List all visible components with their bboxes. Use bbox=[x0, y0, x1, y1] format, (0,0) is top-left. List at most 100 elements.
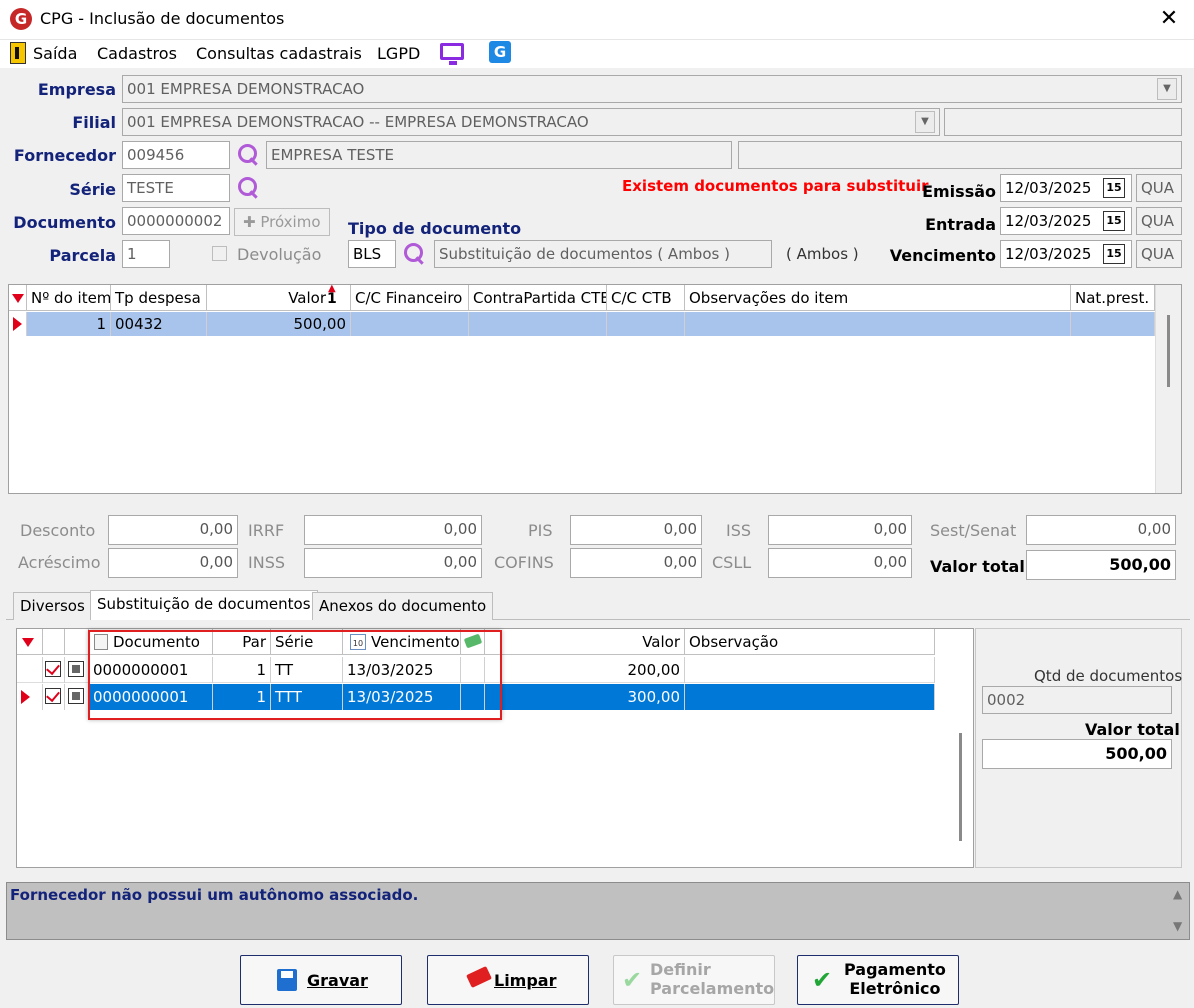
cofins-field[interactable]: 0,00 bbox=[570, 548, 702, 578]
gravar-button[interactable]: Gravar bbox=[240, 955, 402, 1005]
col-header-observacoes[interactable]: Observações do item bbox=[685, 285, 1071, 311]
scroll-up-icon[interactable]: ▲ bbox=[1173, 887, 1182, 901]
entrada-label: Entrada bbox=[925, 215, 996, 234]
plus-icon: ✚ bbox=[243, 213, 261, 231]
documento-input[interactable]: 0000000002 bbox=[122, 207, 230, 235]
triangle-down-icon bbox=[12, 294, 24, 303]
emissao-weekday: QUA bbox=[1136, 174, 1182, 202]
highlight-box bbox=[88, 630, 502, 720]
serie-input[interactable]: TESTE bbox=[122, 174, 230, 202]
tipo-documento-code-input[interactable]: BLS bbox=[348, 240, 396, 268]
close-icon[interactable]: ✕ bbox=[1156, 6, 1182, 31]
pagamento-label: Pagamento Eletrônico bbox=[844, 960, 946, 998]
chevron-down-icon[interactable]: ▼ bbox=[915, 111, 935, 133]
vertical-scrollbar[interactable] bbox=[1155, 285, 1181, 493]
table-row[interactable]: 1 00432 500,00 bbox=[9, 312, 1155, 336]
row-checkbox[interactable] bbox=[45, 661, 61, 677]
desconto-field[interactable]: 0,00 bbox=[108, 515, 238, 545]
col-header-cc-ctb[interactable]: C/C CTB bbox=[607, 285, 685, 311]
col-header-tp-despesa[interactable]: Tp despesa bbox=[111, 285, 207, 311]
menu-cadastros[interactable]: Cadastros bbox=[97, 44, 177, 63]
scroll-thumb[interactable] bbox=[959, 733, 962, 841]
g-app-icon[interactable]: G bbox=[489, 41, 511, 63]
eraser-icon bbox=[466, 966, 492, 988]
fornecedor-label: Fornecedor bbox=[13, 146, 116, 165]
cell-valor: 300,00 bbox=[485, 684, 685, 710]
pis-label: PIS bbox=[528, 521, 553, 540]
tipo-documento-desc-field: Substituição de documentos ( Ambos ) bbox=[434, 240, 772, 268]
col-header-select bbox=[65, 629, 89, 655]
col-header-observacao[interactable]: Observação bbox=[685, 629, 935, 655]
filial-select[interactable]: 001 EMPRESA DEMONSTRACAO -- EMPRESA DEMO… bbox=[122, 108, 940, 136]
calendar-icon[interactable]: 15 bbox=[1103, 244, 1125, 264]
irrf-field[interactable]: 0,00 bbox=[304, 515, 482, 545]
app-logo-icon: G bbox=[10, 8, 32, 30]
vencimento-weekday: QUA bbox=[1136, 240, 1182, 268]
row-pointer-icon bbox=[21, 690, 30, 704]
check-icon: ✔ bbox=[622, 966, 643, 994]
tab-anexos[interactable]: Anexos do documento bbox=[312, 592, 494, 620]
parcela-input[interactable]: 1 bbox=[122, 240, 170, 268]
devolucao-checkbox[interactable] bbox=[212, 246, 227, 261]
empresa-select[interactable]: 001 EMPRESA DEMONSTRACAO bbox=[122, 75, 1182, 103]
emissao-label: Emissão bbox=[922, 182, 996, 201]
qtd-documentos-field: 0002 bbox=[982, 686, 1172, 714]
scroll-down-icon[interactable]: ▼ bbox=[1173, 919, 1182, 933]
iss-field[interactable]: 0,00 bbox=[768, 515, 912, 545]
acrescimo-label: Acréscimo bbox=[18, 553, 101, 572]
calendar-icon[interactable]: 15 bbox=[1103, 211, 1125, 231]
cell-valor: 500,00 bbox=[207, 312, 351, 336]
col-header-cc-financeiro[interactable]: C/C Financeiro bbox=[351, 285, 469, 311]
tipo-documento-extra: ( Ambos ) bbox=[786, 245, 859, 263]
pagamento-eletronico-button[interactable]: ✔ Pagamento Eletrônico bbox=[797, 955, 959, 1005]
status-panel: Fornecedor não possui um autônomo associ… bbox=[6, 882, 1190, 940]
tab-substituicao[interactable]: Substituição de documentos bbox=[90, 590, 318, 620]
exit-door-icon[interactable] bbox=[10, 42, 26, 64]
iss-label: ISS bbox=[726, 521, 752, 540]
inss-field[interactable]: 0,00 bbox=[304, 548, 482, 578]
grid-menu-cell[interactable] bbox=[9, 285, 27, 311]
col-header-item[interactable]: Nº do item bbox=[27, 285, 111, 311]
items-grid[interactable]: Nº do item Tp despesa Valor ▲ 1 C/C Finan… bbox=[8, 283, 1182, 494]
side-valor-total-field: 500,00 bbox=[982, 739, 1172, 769]
inss-label: INSS bbox=[248, 553, 285, 572]
documento-label: Documento bbox=[13, 213, 116, 232]
cell-valor: 200,00 bbox=[485, 657, 685, 683]
search-icon[interactable] bbox=[238, 177, 260, 199]
tab-diversos[interactable]: Diversos bbox=[13, 592, 92, 620]
devolucao-label: Devolução bbox=[237, 245, 322, 264]
menu-consultas-cadastrais[interactable]: Consultas cadastrais bbox=[196, 44, 362, 63]
grid-menu-cell[interactable] bbox=[17, 629, 43, 655]
definir-parcelamento-button[interactable]: ✔ Definir Parcelamento bbox=[613, 955, 775, 1005]
tipo-documento-label: Tipo de documento bbox=[348, 219, 522, 238]
search-icon[interactable] bbox=[404, 243, 426, 265]
filial-label: Filial bbox=[72, 113, 116, 132]
fornecedor-code-input[interactable]: 009456 bbox=[122, 141, 230, 169]
acrescimo-field[interactable]: 0,00 bbox=[108, 548, 238, 578]
cofins-label: COFINS bbox=[494, 553, 554, 572]
row-checkbox[interactable] bbox=[45, 688, 61, 704]
fornecedor-extra-field bbox=[738, 141, 1182, 169]
monitor-icon[interactable] bbox=[440, 43, 464, 65]
desconto-label: Desconto bbox=[20, 521, 96, 540]
row-select-box[interactable] bbox=[68, 661, 84, 677]
parcela-label: Parcela bbox=[49, 246, 116, 265]
col-header-valor[interactable]: Valor bbox=[485, 629, 685, 655]
sest-senat-field[interactable]: 0,00 bbox=[1026, 515, 1176, 545]
menu-lgpd[interactable]: LGPD bbox=[377, 44, 420, 63]
search-icon[interactable] bbox=[238, 144, 260, 166]
proximo-button[interactable]: ✚ Próximo bbox=[234, 208, 330, 236]
col-header-nat-prest[interactable]: Nat.prest. bbox=[1071, 285, 1155, 311]
pis-field[interactable]: 0,00 bbox=[570, 515, 702, 545]
limpar-button[interactable]: Limpar bbox=[427, 955, 589, 1005]
scroll-thumb[interactable] bbox=[1167, 315, 1170, 387]
col-header-contrapartida[interactable]: ContraPartida CTB bbox=[469, 285, 607, 311]
valor-total-field: 500,00 bbox=[1026, 550, 1176, 580]
entrada-weekday: QUA bbox=[1136, 207, 1182, 235]
irrf-label: IRRF bbox=[248, 521, 285, 540]
chevron-down-icon[interactable]: ▼ bbox=[1157, 78, 1177, 100]
row-select-box[interactable] bbox=[68, 688, 84, 704]
menu-saida[interactable]: Saída bbox=[33, 44, 77, 63]
calendar-icon[interactable]: 15 bbox=[1103, 178, 1125, 198]
csll-field[interactable]: 0,00 bbox=[768, 548, 912, 578]
